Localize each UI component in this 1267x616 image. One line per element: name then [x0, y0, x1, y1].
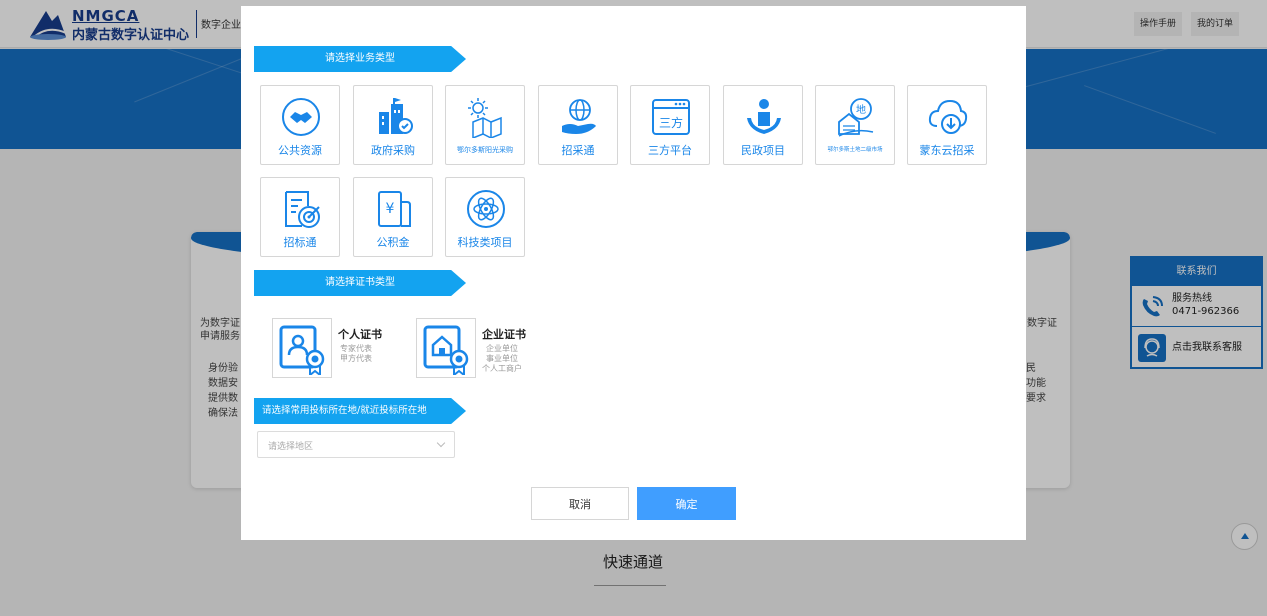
business-tile-government-procurement[interactable]: 政府采购 — [353, 85, 433, 165]
government-building-icon — [379, 98, 413, 134]
business-select-modal: 请选择业务类型 公共资源 政府采购 鄂尔多斯阳光采购 招采通 三方 三方平台 民… — [241, 6, 1026, 540]
tile-label: 科技类项目 — [457, 236, 513, 249]
tile-label: 公积金 — [376, 236, 410, 249]
tile-label: 政府采购 — [371, 144, 415, 157]
target-document-icon — [285, 191, 320, 228]
business-tile-ordos-sunshine-procurement[interactable]: 鄂尔多斯阳光采购 — [445, 85, 525, 165]
confirm-button[interactable]: 确定 — [637, 487, 736, 520]
yuan-card-icon: ¥ — [378, 191, 411, 227]
enterprise-cert-icon-box — [416, 318, 476, 378]
personal-cert-option[interactable]: 个人证书 专家代表 甲方代表 — [272, 318, 392, 378]
cloud-download-icon — [928, 99, 968, 134]
business-tile-public-resources[interactable]: 公共资源 — [260, 85, 340, 165]
chevron-down-icon — [436, 438, 446, 448]
personal-cert-title: 个人证书 — [338, 328, 382, 341]
tile-label: 招采通 — [561, 144, 595, 157]
region-select[interactable]: 请选择地区 — [257, 431, 455, 458]
tile-label: 民政项目 — [741, 144, 785, 157]
business-tile-zhaobiaotong[interactable]: 招标通 — [260, 177, 340, 257]
sun-map-icon — [468, 98, 502, 138]
cancel-button[interactable]: 取消 — [531, 487, 629, 520]
business-tile-third-party-platform[interactable]: 三方 三方平台 — [630, 85, 710, 165]
business-tile-mengdong-cloud[interactable]: 蒙东云招采 — [907, 85, 987, 165]
enterprise-certificate-icon — [423, 325, 469, 375]
svg-text:¥: ¥ — [386, 201, 395, 217]
business-tile-housing-fund[interactable]: ¥ 公积金 — [353, 177, 433, 257]
business-tile-ordos-land-market[interactable]: 地 鄂尔多斯土地二级市场 — [815, 85, 895, 165]
people-care-icon — [747, 99, 781, 134]
enterprise-cert-option[interactable]: 企业证书 企业单位 事业单位 个人工商户 — [416, 318, 536, 378]
enterprise-cert-title: 企业证书 — [482, 328, 526, 341]
personal-cert-icon-box — [272, 318, 332, 378]
personal-certificate-icon — [279, 325, 325, 375]
tile-label: 公共资源 — [278, 144, 322, 157]
svg-text:三方: 三方 — [659, 115, 683, 130]
enterprise-cert-description: 企业单位 事业单位 个人工商户 — [482, 344, 522, 373]
business-tile-civil-affairs[interactable]: 民政项目 — [723, 85, 803, 165]
personal-cert-description: 专家代表 甲方代表 — [340, 344, 372, 363]
tile-label: 鄂尔多斯土地二级市场 — [827, 147, 883, 153]
business-type-heading: 请选择业务类型 — [254, 46, 466, 72]
bid-region-heading: 请选择常用投标所在地/就近投标所在地 — [254, 398, 466, 424]
tile-label: 招标通 — [283, 236, 317, 249]
tile-label: 鄂尔多斯阳光采购 — [457, 146, 513, 154]
land-market-icon: 地 — [838, 98, 874, 137]
tile-label: 蒙东云招采 — [919, 144, 975, 157]
svg-text:地: 地 — [856, 103, 866, 116]
three-party-icon: 三方 — [652, 99, 690, 135]
handshake-icon — [282, 98, 320, 136]
business-tile-zhaocaitong[interactable]: 招采通 — [538, 85, 618, 165]
business-tile-technology-projects[interactable]: 科技类项目 — [445, 177, 525, 257]
region-select-placeholder: 请选择地区 — [268, 442, 314, 452]
tile-label: 三方平台 — [648, 144, 692, 157]
cert-type-heading: 请选择证书类型 — [254, 270, 466, 296]
atom-icon — [467, 190, 505, 228]
globe-hand-icon — [562, 99, 596, 134]
